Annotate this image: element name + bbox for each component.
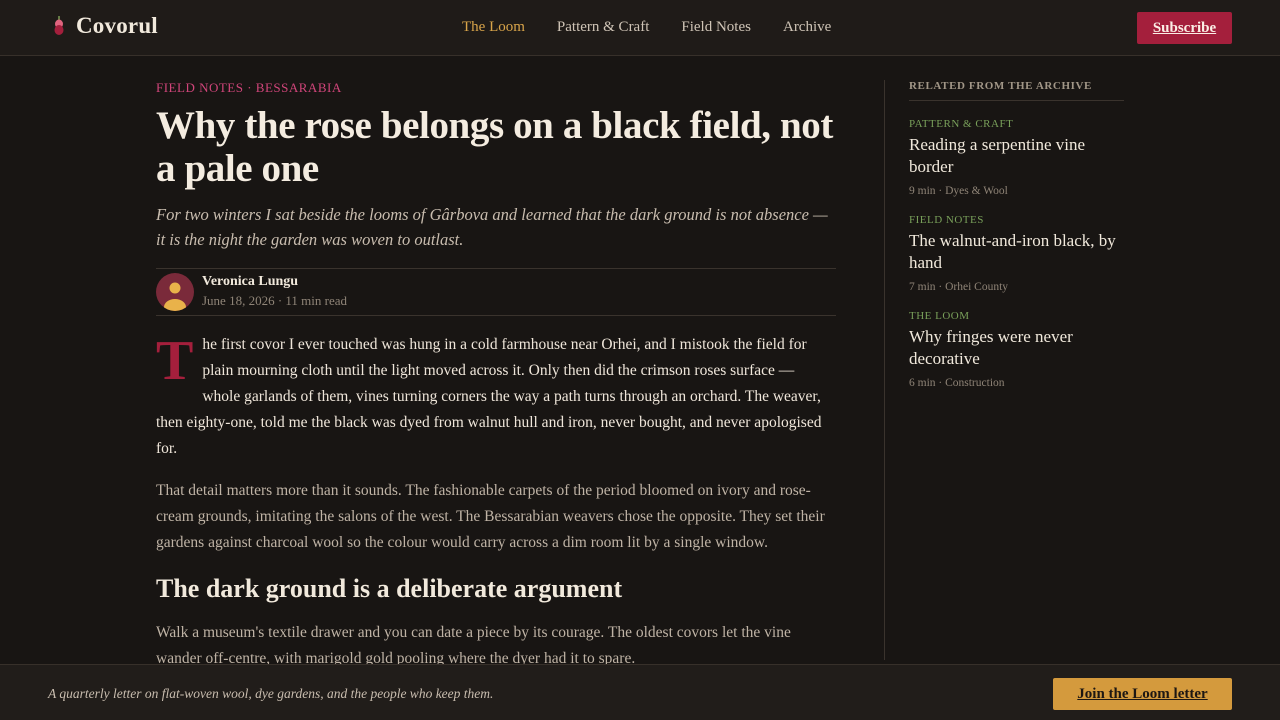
- brand-logo[interactable]: Covorul: [52, 13, 158, 39]
- person-icon: [164, 282, 186, 311]
- related-item[interactable]: THE LOOM Why fringes were never decorati…: [909, 310, 1124, 389]
- article: FIELD NOTES · BESSARABIA Why the rose be…: [156, 80, 836, 672]
- join-newsletter-button[interactable]: Join the Loom letter: [1053, 678, 1232, 710]
- nav-item-archive[interactable]: Archive: [783, 19, 831, 36]
- article-kicker[interactable]: FIELD NOTES · BESSARABIA: [156, 80, 836, 96]
- article-paragraph: That detail matters more than it sounds.…: [156, 482, 825, 551]
- article-dek: For two winters I sat beside the looms o…: [156, 205, 828, 249]
- sidebar-heading: RELATED FROM THE ARCHIVE: [909, 80, 1124, 101]
- article-paragraph: The first covor I ever touched was hung …: [156, 332, 836, 462]
- subscribe-button[interactable]: Subscribe: [1137, 12, 1232, 44]
- byline: Veronica Lungu June 18, 2026 · 11 min re…: [156, 268, 836, 316]
- article-title: Why the rose belongs on a black field, n…: [156, 104, 833, 190]
- drop-cap: T: [156, 330, 194, 392]
- related-item-tag: PATTERN & CRAFT: [909, 118, 1014, 130]
- top-navigation-bar: Covorul The Loom Pattern & Craft Field N…: [0, 0, 1280, 56]
- sidebar-divider: [884, 80, 885, 660]
- nav-item-field-notes[interactable]: Field Notes: [681, 19, 751, 36]
- paragraph-text: he first covor I ever touched was hung i…: [156, 336, 822, 457]
- section-heading: The dark ground is a deliberate argument: [156, 574, 623, 603]
- related-item-title[interactable]: Why fringes were never decorative: [909, 326, 1124, 370]
- related-item-title[interactable]: Reading a serpentine vine border: [909, 134, 1124, 178]
- article-meta: June 18, 2026 · 11 min read: [202, 293, 348, 308]
- related-item[interactable]: PATTERN & CRAFT Reading a serpentine vin…: [909, 118, 1124, 197]
- newsletter-tagline: A quarterly letter on flat-woven wool, d…: [48, 686, 494, 701]
- related-item-meta: 7 min · Orhei County: [909, 281, 1009, 293]
- main-nav: The Loom Pattern & Craft Field Notes Arc…: [462, 19, 831, 36]
- related-item-title[interactable]: The walnut-and-iron black, by hand: [909, 230, 1124, 274]
- related-item-meta: 9 min · Dyes & Wool: [909, 185, 1008, 197]
- newsletter-bar: A quarterly letter on flat-woven wool, d…: [0, 664, 1280, 720]
- rose-icon: [54, 16, 64, 35]
- author-avatar[interactable]: [156, 273, 194, 311]
- brand-name: Covorul: [76, 13, 158, 38]
- nav-item-the-loom[interactable]: The Loom: [462, 19, 525, 36]
- related-item-tag: FIELD NOTES: [909, 214, 984, 226]
- nav-item-pattern-craft[interactable]: Pattern & Craft: [557, 19, 649, 36]
- related-item-tag: THE LOOM: [909, 310, 970, 322]
- related-sidebar: RELATED FROM THE ARCHIVE PATTERN & CRAFT…: [909, 80, 1124, 389]
- related-item-meta: 6 min · Construction: [909, 377, 1005, 389]
- related-item[interactable]: FIELD NOTES The walnut-and-iron black, b…: [909, 214, 1124, 293]
- author-name[interactable]: Veronica Lungu: [202, 274, 298, 290]
